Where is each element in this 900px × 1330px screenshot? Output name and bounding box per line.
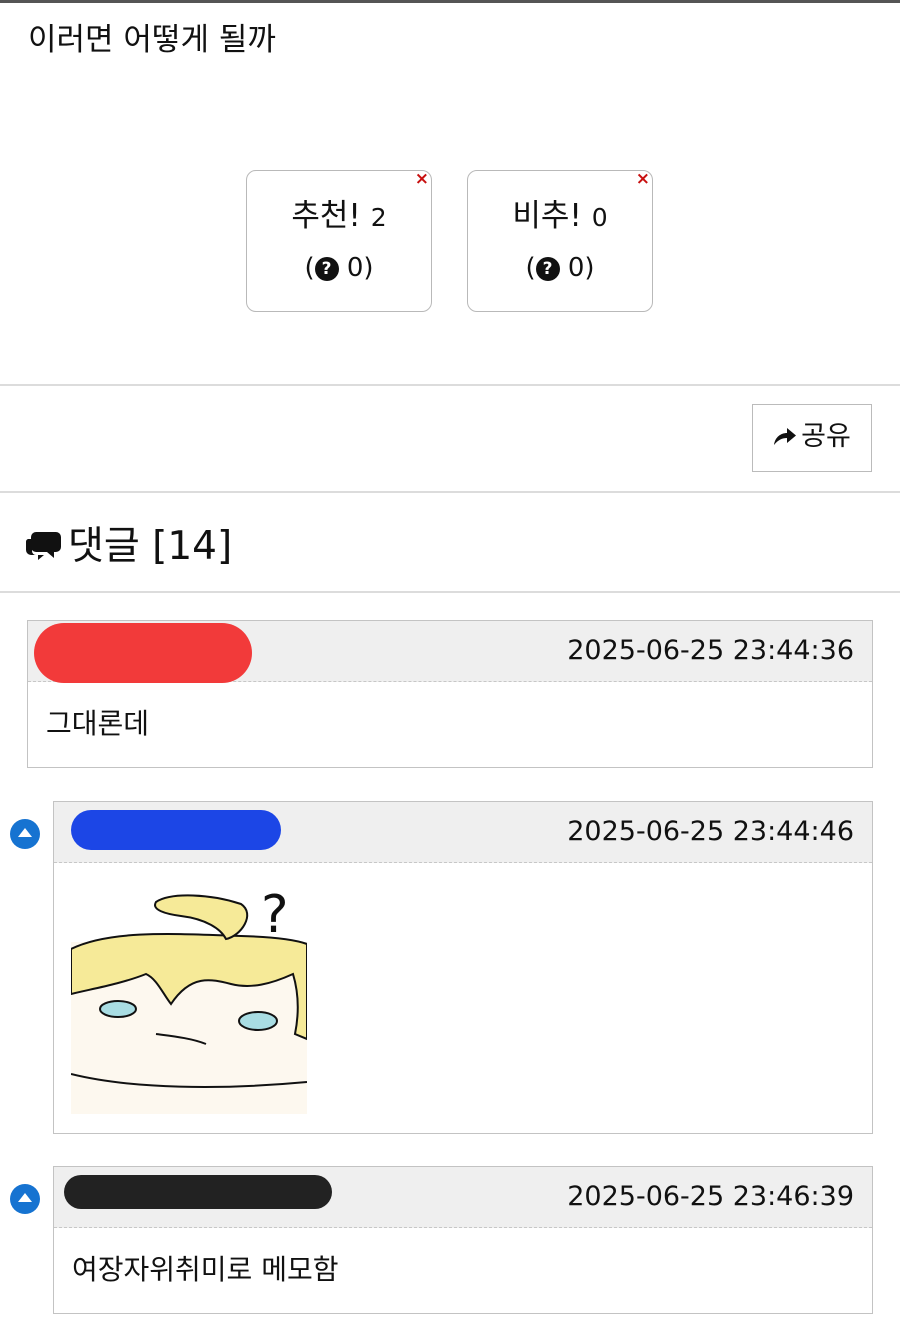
reply-icon[interactable] <box>10 1184 40 1214</box>
comment-text: 그대론데 <box>46 707 150 740</box>
top-border <box>0 0 900 3</box>
comment-text: 여장자위취미로 메모함 <box>72 1253 339 1286</box>
comment-date: 2025-06-25 23:44:36 <box>567 635 854 666</box>
share-button[interactable]: 공유 <box>752 404 872 472</box>
comment-date: 2025-06-25 23:46:39 <box>567 1181 854 1212</box>
upvote-sub-count: 0) <box>338 253 374 283</box>
comments-header: 댓글 [14] <box>24 515 232 571</box>
upvote-label: 추천! <box>291 198 361 234</box>
redacted-author <box>64 1175 332 1209</box>
downvote-button[interactable]: × 비추! 0 (? 0) <box>467 169 653 312</box>
downvote-sub: (? 0) <box>525 253 595 283</box>
share-arrow-icon <box>774 428 797 445</box>
close-icon[interactable]: × <box>415 169 429 189</box>
svg-text:?: ? <box>261 885 289 945</box>
comment-item: 2025-06-25 23:44:46 ? <box>53 801 873 1134</box>
comment-image: ? <box>71 885 307 1114</box>
question-icon: ? <box>314 257 339 281</box>
comments-header-label: 댓글 [14] <box>68 524 233 569</box>
divider <box>0 591 900 593</box>
share-label: 공유 <box>801 421 851 452</box>
reply-icon[interactable] <box>10 819 40 849</box>
upvote-count: 2 <box>370 203 387 232</box>
downvote-label: 비추! <box>512 198 582 234</box>
redacted-author <box>71 810 281 850</box>
close-icon[interactable]: × <box>636 169 650 189</box>
comments-icon <box>25 532 61 560</box>
downvote-sub-count: 0) <box>559 253 595 283</box>
downvote-count: 0 <box>591 203 608 232</box>
question-icon: ? <box>535 257 560 281</box>
comment-header: 2025-06-25 23:46:39 <box>54 1167 872 1228</box>
post-body-text: 이러면 어떻게 될까 <box>28 22 276 58</box>
comment-header: 2025-06-25 23:44:46 <box>54 802 872 863</box>
comment-header: 2025-06-25 23:44:36 <box>28 621 872 683</box>
redacted-author <box>34 623 252 683</box>
comment-item: 2025-06-25 23:46:39 여장자위취미로 메모함 <box>53 1166 873 1314</box>
comment-date: 2025-06-25 23:44:46 <box>567 816 854 847</box>
divider <box>0 384 900 386</box>
comment-item: 2025-06-25 23:44:36 그대론데 <box>27 620 873 768</box>
upvote-sub: (? 0) <box>304 253 374 283</box>
divider <box>0 491 900 493</box>
upvote-button[interactable]: × 추천! 2 (? 0) <box>246 169 432 312</box>
